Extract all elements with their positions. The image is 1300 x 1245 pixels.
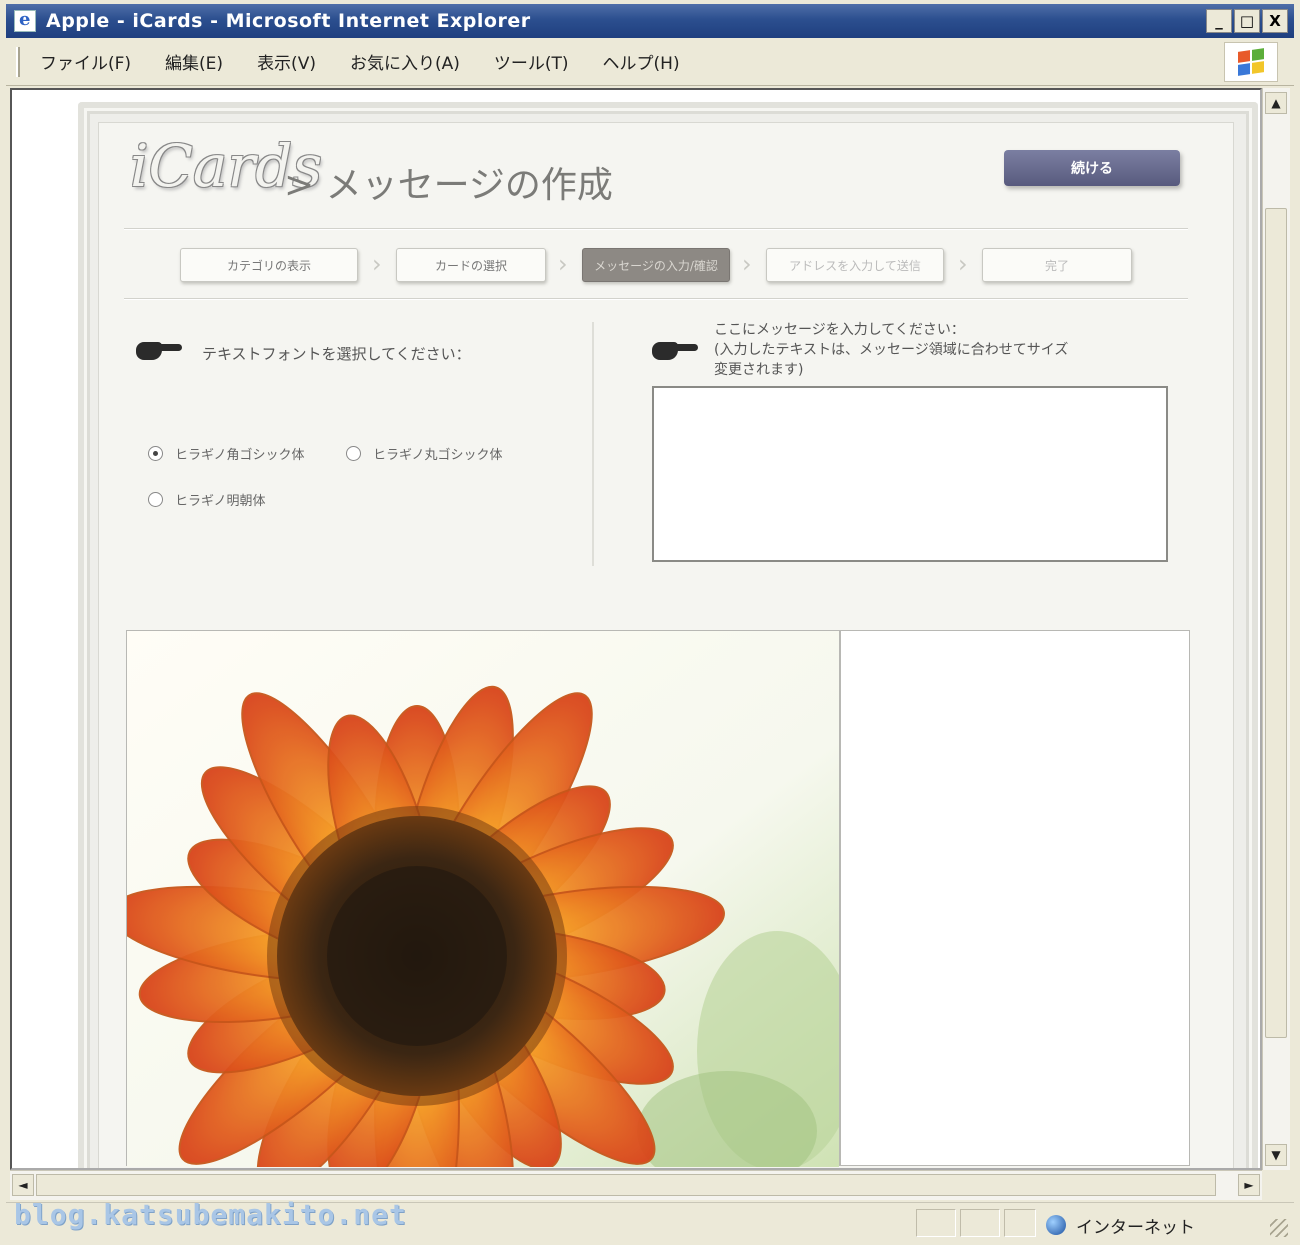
message-textarea[interactable]: [652, 386, 1168, 562]
chevron-right-icon: ›: [558, 250, 568, 278]
menu-bar: ファイル(F) 編集(E) 表示(V) お気に入り(A) ツール(T) ヘルプ(…: [6, 38, 1294, 86]
resize-grip-icon[interactable]: [1270, 1219, 1288, 1237]
status-pane: [1004, 1209, 1036, 1237]
step-card-select[interactable]: カードの選択: [396, 248, 546, 282]
maximize-button[interactable]: □: [1234, 9, 1260, 33]
scroll-down-icon[interactable]: ▼: [1265, 1144, 1287, 1166]
radio-label[interactable]: ヒラギノ角ゴシック体: [175, 444, 304, 463]
ie-app-icon: [14, 9, 36, 32]
step-category[interactable]: カテゴリの表示: [180, 248, 358, 282]
globe-icon: [1046, 1215, 1066, 1235]
menu-view[interactable]: 表示(V): [251, 45, 322, 78]
window-titlebar: Apple - iCards - Microsoft Internet Expl…: [6, 4, 1294, 38]
watermark: blog.katsubemakito.net: [14, 1198, 407, 1231]
message-label-line: ここにメッセージを入力してください：: [714, 322, 965, 338]
window-title: Apple - iCards - Microsoft Internet Expl…: [46, 10, 531, 32]
radio-button[interactable]: [148, 446, 163, 461]
chevron-right-icon: ›: [742, 250, 752, 278]
windows-logo-icon: [1224, 42, 1278, 82]
step-message: メッセージの入力/確認: [582, 248, 730, 282]
card-preview: [126, 630, 1190, 1167]
font-option-kaku-gothic[interactable]: ヒラギノ角ゴシック体: [148, 444, 304, 463]
toolbar-grip[interactable]: [16, 46, 20, 77]
scroll-right-icon[interactable]: ►: [1238, 1174, 1260, 1196]
scroll-up-icon[interactable]: ▲: [1265, 92, 1287, 114]
page-title: > メッセージの作成: [284, 165, 613, 206]
card-fold-line: [839, 631, 841, 1165]
browser-viewport: iCards > メッセージの作成 続ける カテゴリの表示 › カードの選択 ›…: [10, 88, 1262, 1170]
page-vertical-scrollbar[interactable]: ▲ ▼: [1262, 88, 1290, 1170]
menu-favorites[interactable]: お気に入り(A): [344, 45, 466, 78]
radio-button[interactable]: [148, 492, 163, 507]
sunflower-photo: [127, 631, 839, 1167]
chevron-right-icon: ›: [372, 250, 382, 278]
chevron-right-icon: ›: [958, 250, 968, 278]
security-zone-label: インターネット: [1076, 1218, 1195, 1238]
scroll-thumb[interactable]: [1265, 208, 1287, 1038]
pointing-hand-icon: [652, 338, 698, 362]
radio-button[interactable]: [346, 446, 361, 461]
pointing-hand-icon: [136, 338, 182, 362]
radio-label[interactable]: ヒラギノ丸ゴシック体: [373, 444, 502, 463]
close-button[interactable]: X: [1262, 9, 1288, 33]
status-pane: [960, 1209, 1000, 1237]
scroll-thumb[interactable]: [36, 1174, 1216, 1196]
continue-button[interactable]: 続ける: [1004, 150, 1180, 186]
page-horizontal-scrollbar[interactable]: ◄ ►: [10, 1170, 1262, 1200]
radio-label[interactable]: ヒラギノ明朝体: [175, 490, 265, 509]
message-label-line: (入力したテキストは、メッセージ領域に合わせてサイズ: [714, 342, 1069, 358]
menu-help[interactable]: ヘルプ(H): [597, 45, 686, 78]
font-select-label: テキストフォントを選択してください：: [202, 345, 471, 363]
font-option-maru-gothic[interactable]: ヒラギノ丸ゴシック体: [346, 444, 502, 463]
divider-top: [124, 228, 1188, 230]
message-label-line: 変更されます): [714, 362, 804, 378]
message-label: ここにメッセージを入力してください： (入力したテキストは、メッセージ領域に合わ…: [714, 320, 1068, 380]
step-address: アドレスを入力して送信: [766, 248, 944, 282]
font-option-mincho[interactable]: ヒラギノ明朝体: [148, 490, 265, 509]
section-divider: [592, 322, 594, 566]
menu-tools[interactable]: ツール(T): [488, 45, 575, 78]
step-complete: 完了: [982, 248, 1132, 282]
minimize-button[interactable]: _: [1206, 9, 1232, 33]
status-pane: [916, 1209, 956, 1237]
menu-file[interactable]: ファイル(F): [34, 45, 137, 78]
window-controls: _ □ X: [1206, 9, 1288, 33]
divider-bottom: [124, 298, 1188, 300]
sunflower-image: [127, 631, 839, 1167]
scroll-left-icon[interactable]: ◄: [12, 1174, 34, 1196]
menu-edit[interactable]: 編集(E): [159, 45, 229, 78]
